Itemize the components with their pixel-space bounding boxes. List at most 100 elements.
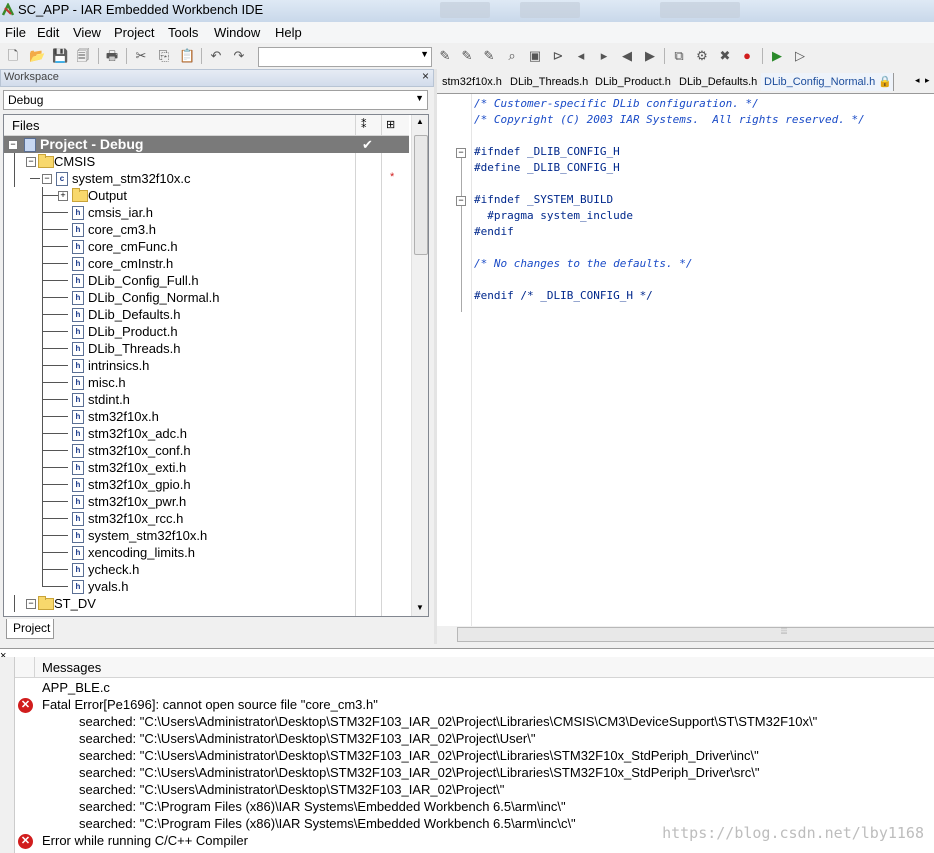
compile-icon[interactable]: ⧉ bbox=[671, 48, 687, 64]
tree-item[interactable]: h DLib_Config_Normal.h bbox=[4, 289, 409, 306]
tree-item[interactable]: h DLib_Defaults.h bbox=[4, 306, 409, 323]
tree-item[interactable]: h stm32f10x_exti.h bbox=[4, 459, 409, 476]
tree-item[interactable]: h stm32f10x.h bbox=[4, 408, 409, 425]
message-line[interactable]: searched: "C:\Users\Administrator\Deskto… bbox=[79, 782, 504, 797]
tree-item[interactable]: h stdint.h bbox=[4, 391, 409, 408]
copy-icon[interactable]: ⎘ bbox=[156, 48, 172, 64]
tab-scroll-right-icon[interactable]: ▸ bbox=[925, 75, 930, 86]
bookmark-icon[interactable]: ⊳ bbox=[550, 48, 566, 64]
new-file-icon[interactable]: 🗋 bbox=[5, 48, 21, 64]
paste-icon[interactable]: 📋 bbox=[179, 48, 195, 64]
find-in-files-icon[interactable]: ⌕ bbox=[504, 48, 520, 64]
find-icon[interactable]: ✎ bbox=[437, 48, 453, 64]
collapse-icon[interactable]: − bbox=[26, 157, 36, 167]
horizontal-scrollbar[interactable]: ⦙⦙⦙ bbox=[443, 626, 934, 642]
find-prev-icon[interactable]: ✎ bbox=[481, 48, 497, 64]
find-next-icon[interactable]: ✎ bbox=[459, 48, 475, 64]
message-line[interactable]: searched: "C:\Program Files (x86)\IAR Sy… bbox=[79, 816, 576, 831]
code-lines: /* Customer-specific DLib configuration.… bbox=[437, 94, 934, 394]
tree-item[interactable]: h stm32f10x_pwr.h bbox=[4, 493, 409, 510]
code-editor[interactable]: − − /* Customer-specific DLib configurat… bbox=[437, 93, 934, 626]
message-line[interactable]: searched: "C:\Users\Administrator\Deskto… bbox=[79, 714, 817, 729]
vertical-scrollbar[interactable]: ▲ ▼ bbox=[411, 115, 428, 616]
scrollbar-thumb[interactable] bbox=[414, 135, 428, 255]
open-icon[interactable]: 📂 bbox=[29, 48, 45, 64]
collapse-icon[interactable]: − bbox=[26, 599, 36, 609]
debug-without-download-icon[interactable]: ▷ bbox=[792, 48, 808, 64]
redo-icon[interactable]: ↷ bbox=[231, 48, 247, 64]
tree-item[interactable]: h DLib_Config_Full.h bbox=[4, 272, 409, 289]
message-line[interactable]: searched: "C:\Program Files (x86)\IAR Sy… bbox=[79, 799, 566, 814]
tree-item[interactable]: h stm32f10x_conf.h bbox=[4, 442, 409, 459]
navigate-forward-icon[interactable]: ▶ bbox=[642, 48, 658, 64]
tree-item[interactable]: h misc.h bbox=[4, 374, 409, 391]
tree-item-label: core_cmInstr.h bbox=[88, 256, 174, 271]
next-bookmark-icon[interactable]: ▸ bbox=[596, 48, 612, 64]
breakpoint-icon[interactable]: ● bbox=[739, 48, 755, 64]
tree-item[interactable]: − ST_DV bbox=[4, 595, 409, 612]
menu-help[interactable]: Help bbox=[275, 25, 302, 40]
message-line[interactable]: searched: "C:\Users\Administrator\Deskto… bbox=[79, 765, 759, 780]
message-line[interactable]: Error while running C/C++ Compiler bbox=[42, 833, 248, 848]
menu-tools[interactable]: Tools bbox=[168, 25, 198, 40]
scrollbar-track[interactable] bbox=[457, 627, 934, 642]
tree-item[interactable]: h stm32f10x_rcc.h bbox=[4, 510, 409, 527]
tree-item[interactable]: h system_stm32f10x.h bbox=[4, 527, 409, 544]
collapse-icon[interactable]: − bbox=[42, 174, 52, 184]
tree-item[interactable]: h ycheck.h bbox=[4, 561, 409, 578]
message-line[interactable]: APP_BLE.c bbox=[42, 680, 110, 695]
scroll-down-icon[interactable]: ▼ bbox=[416, 603, 424, 612]
tab-dlib-defaults-h[interactable]: DLib_Defaults.h bbox=[676, 73, 762, 91]
message-line[interactable]: Fatal Error[Pe1696]: cannot open source … bbox=[42, 697, 378, 712]
close-icon[interactable]: × bbox=[422, 69, 429, 83]
tree-item[interactable]: h stm32f10x_gpio.h bbox=[4, 476, 409, 493]
tab-dlib-threads-h[interactable]: DLib_Threads.h bbox=[507, 73, 593, 91]
stop-build-icon[interactable]: ✖ bbox=[717, 48, 733, 64]
tree-item[interactable]: − Project - Debug ✔ bbox=[4, 136, 409, 153]
undo-icon[interactable]: ↶ bbox=[208, 48, 224, 64]
find-combo[interactable]: ▼ bbox=[258, 47, 432, 67]
navigate-back-icon[interactable]: ◀ bbox=[619, 48, 635, 64]
tree-item[interactable]: h core_cmInstr.h bbox=[4, 255, 409, 272]
tab-dlib-product-h[interactable]: DLib_Product.h bbox=[592, 73, 677, 91]
tree-item[interactable]: h intrinsics.h bbox=[4, 357, 409, 374]
save-icon[interactable]: 💾 bbox=[52, 48, 68, 64]
tab-project[interactable]: Project bbox=[6, 619, 54, 639]
menu-file[interactable]: File bbox=[5, 25, 26, 40]
save-all-icon[interactable]: 🗐 bbox=[75, 48, 91, 64]
menu-project[interactable]: Project bbox=[114, 25, 154, 40]
tree-item[interactable]: h core_cmFunc.h bbox=[4, 238, 409, 255]
tree-item[interactable]: h cmsis_iar.h bbox=[4, 204, 409, 221]
tree-item[interactable]: h xencoding_limits.h bbox=[4, 544, 409, 561]
tab-scroll-left-icon[interactable]: ◂ bbox=[915, 75, 920, 86]
tree-item[interactable]: h yvals.h bbox=[4, 578, 409, 595]
scroll-up-icon[interactable]: ▲ bbox=[416, 117, 424, 126]
message-line[interactable]: searched: "C:\Users\Administrator\Deskto… bbox=[79, 748, 759, 763]
tree-connector bbox=[42, 365, 68, 366]
tree-item[interactable]: − c system_stm32f10x.c * bbox=[4, 170, 409, 187]
print-icon[interactable]: 🖶 bbox=[104, 48, 120, 64]
goto-icon[interactable]: ▣ bbox=[527, 48, 543, 64]
debug-icon[interactable]: ▶ bbox=[769, 48, 785, 64]
tree-item[interactable]: h DLib_Threads.h bbox=[4, 340, 409, 357]
collapse-icon[interactable]: − bbox=[8, 140, 18, 150]
tab-stm32f10x-h[interactable]: stm32f10x.h bbox=[439, 73, 508, 91]
tree-item[interactable]: + Output bbox=[4, 187, 409, 204]
make-icon[interactable]: ⚙ bbox=[694, 48, 710, 64]
tab-dlib-config-normal-h[interactable]: DLib_Config_Normal.h 🔒 bbox=[761, 73, 894, 91]
tree-item[interactable]: h DLib_Product.h bbox=[4, 323, 409, 340]
tree-item[interactable]: h core_cm3.h bbox=[4, 221, 409, 238]
menu-view[interactable]: View bbox=[73, 25, 101, 40]
configuration-select[interactable]: Debug ▼ bbox=[3, 90, 428, 110]
tree-item-label: stm32f10x_rcc.h bbox=[88, 511, 184, 526]
tree-item[interactable]: − CMSIS bbox=[4, 153, 409, 170]
menu-window[interactable]: Window bbox=[214, 25, 260, 40]
toolbar-separator bbox=[201, 48, 202, 64]
menu-edit[interactable]: Edit bbox=[37, 25, 59, 40]
tree-item[interactable]: h stm32f10x_adc.h bbox=[4, 425, 409, 442]
expand-icon[interactable]: + bbox=[58, 191, 68, 201]
message-line[interactable]: searched: "C:\Users\Administrator\Deskto… bbox=[79, 731, 535, 746]
cut-icon[interactable]: ✂ bbox=[133, 48, 149, 64]
tree-item-label: Project - Debug bbox=[40, 136, 144, 152]
prev-bookmark-icon[interactable]: ◂ bbox=[573, 48, 589, 64]
